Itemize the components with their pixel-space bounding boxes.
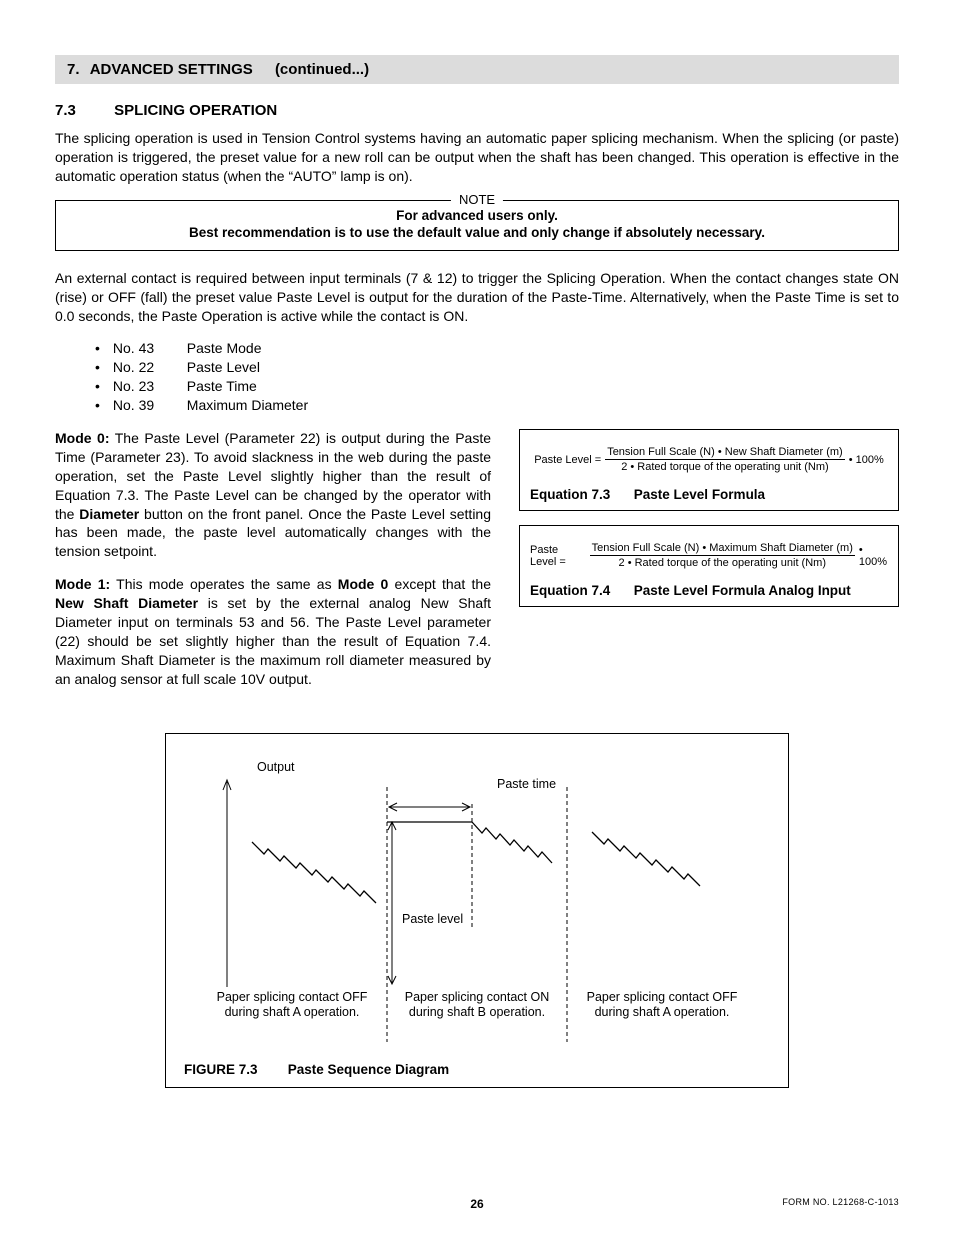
eq74-lhs: Paste Level = — [530, 544, 586, 568]
equation-7-4-formula: Paste Level = Tension Full Scale (N) • M… — [530, 536, 888, 579]
two-column-region: Mode 0: The Paste Level (Parameter 22) i… — [55, 429, 899, 703]
section-number: 7. — [67, 61, 80, 78]
right-column: Paste Level = Tension Full Scale (N) • N… — [519, 429, 899, 703]
contact-paragraph: An external contact is required between … — [55, 269, 899, 326]
list-item: • No. 22 Paste Level — [95, 358, 899, 377]
bullet-icon: • — [95, 377, 109, 396]
mode0-diameter: Diameter — [79, 506, 139, 522]
list-item: • No. 43 Paste Mode — [95, 339, 899, 358]
left-column: Mode 0: The Paste Level (Parameter 22) i… — [55, 429, 491, 703]
equation-7-3-box: Paste Level = Tension Full Scale (N) • N… — [519, 429, 899, 511]
diagram-paste-level-label: Paste level — [402, 912, 463, 927]
page-number: 26 — [470, 1197, 483, 1211]
eq73-cap-num: Equation 7.3 — [530, 487, 630, 502]
equation-7-3-formula: Paste Level = Tension Full Scale (N) • N… — [530, 440, 888, 483]
parameter-list: • No. 43 Paste Mode • No. 22 Paste Level… — [95, 339, 899, 415]
equation-7-3-caption: Equation 7.3 Paste Level Formula — [530, 487, 888, 502]
equation-7-4-caption: Equation 7.4 Paste Level Formula Analog … — [530, 583, 888, 598]
subsection-heading: 7.3 SPLICING OPERATION — [55, 102, 899, 119]
paste-sequence-diagram: Output Paste time Paste level Paper spli… — [197, 752, 757, 1052]
param-no: No. 23 — [113, 377, 183, 396]
figure-7-3-box: Output Paste time Paste level Paper spli… — [165, 733, 789, 1088]
eq73-cap-title: Paste Level Formula — [634, 487, 765, 502]
note-label: NOTE — [451, 192, 503, 207]
mode0-paragraph: Mode 0: The Paste Level (Parameter 22) i… — [55, 429, 491, 561]
param-no: No. 43 — [113, 339, 183, 358]
eq73-suffix: • 100% — [849, 454, 884, 466]
mode1-new-shaft: New Shaft Diameter — [55, 595, 198, 611]
mode0-label: Mode 0: — [55, 430, 110, 446]
bullet-icon: • — [95, 339, 109, 358]
list-item: • No. 23 Paste Time — [95, 377, 899, 396]
mode1-paragraph: Mode 1: This mode operates the same as M… — [55, 575, 491, 688]
figure-7-3-caption: FIGURE 7.3 Paste Sequence Diagram — [184, 1062, 770, 1077]
intro-paragraph: The splicing operation is used in Tensio… — [55, 129, 899, 186]
param-no: No. 39 — [113, 396, 183, 415]
diagram-phase-a-label: Paper splicing contact OFFduring shaft A… — [197, 990, 387, 1020]
diagram-phase-b-label: Paper splicing contact ONduring shaft B … — [387, 990, 567, 1020]
figure-cap-num: FIGURE 7.3 — [184, 1062, 284, 1077]
eq73-numerator: Tension Full Scale (N) • New Shaft Diame… — [605, 446, 845, 460]
mode1-label: Mode 1: — [55, 576, 110, 592]
note-line-2: Best recommendation is to use the defaul… — [66, 224, 888, 242]
eq74-fraction: Tension Full Scale (N) • Maximum Shaft D… — [590, 542, 855, 569]
mode1-mode0: Mode 0 — [338, 576, 389, 592]
diagram-output-label: Output — [257, 760, 295, 775]
eq73-lhs: Paste Level = — [534, 454, 601, 466]
section-continued: (continued...) — [275, 61, 369, 78]
eq74-cap-title: Paste Level Formula Analog Input — [634, 583, 851, 598]
eq73-fraction: Tension Full Scale (N) • New Shaft Diame… — [605, 446, 845, 473]
figure-cap-title: Paste Sequence Diagram — [288, 1062, 449, 1077]
param-name: Paste Level — [187, 359, 260, 375]
list-item: • No. 39 Maximum Diameter — [95, 396, 899, 415]
eq74-denominator: 2 • Rated torque of the operating unit (… — [619, 556, 826, 569]
equation-7-4-box: Paste Level = Tension Full Scale (N) • M… — [519, 525, 899, 607]
note-box: NOTE For advanced users only. Best recom… — [55, 200, 899, 251]
param-no: No. 22 — [113, 358, 183, 377]
form-number: FORM NO. L21268-C-1013 — [782, 1197, 899, 1207]
param-name: Maximum Diameter — [187, 397, 308, 413]
section-title: ADVANCED SETTINGS — [90, 61, 253, 78]
diagram-phase-c-label: Paper splicing contact OFFduring shaft A… — [567, 990, 757, 1020]
note-line-1: For advanced users only. — [66, 207, 888, 225]
eq74-cap-num: Equation 7.4 — [530, 583, 630, 598]
bullet-icon: • — [95, 358, 109, 377]
eq73-denominator: 2 • Rated torque of the operating unit (… — [621, 460, 828, 473]
page-footer: 26 FORM NO. L21268-C-1013 — [55, 1197, 899, 1207]
mode1-text-b: except that the — [388, 576, 491, 592]
bullet-icon: • — [95, 396, 109, 415]
eq74-numerator: Tension Full Scale (N) • Maximum Shaft D… — [590, 542, 855, 556]
diagram-paste-time-label: Paste time — [497, 777, 556, 792]
section-header: 7. ADVANCED SETTINGS (continued...) — [55, 55, 899, 84]
eq74-suffix: • 100% — [859, 544, 888, 568]
param-name: Paste Time — [187, 378, 257, 394]
mode1-text-a: This mode operates the same as — [110, 576, 338, 592]
subsection-title: SPLICING OPERATION — [114, 102, 277, 119]
param-name: Paste Mode — [187, 340, 262, 356]
subsection-number: 7.3 — [55, 102, 110, 119]
